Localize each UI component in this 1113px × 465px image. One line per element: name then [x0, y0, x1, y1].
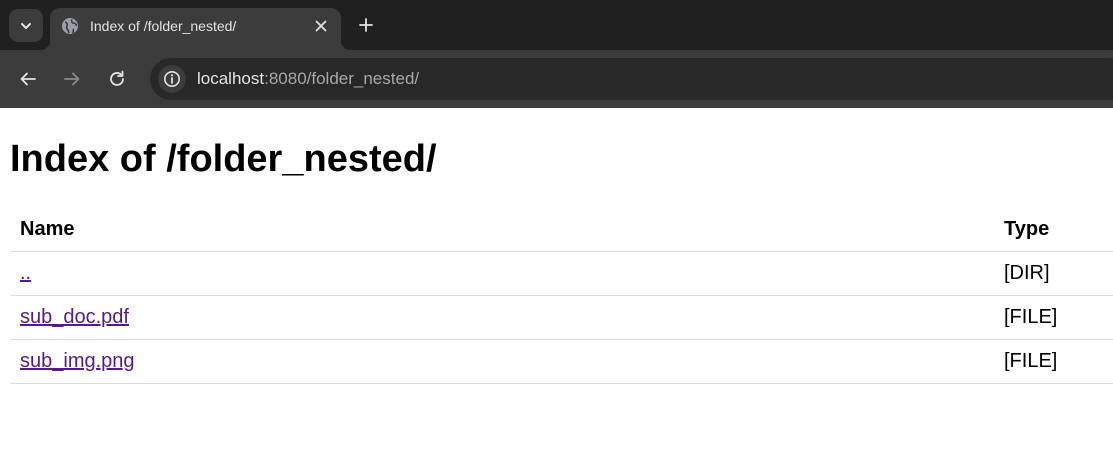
globe-icon — [62, 18, 78, 34]
name-cell: .. — [10, 251, 1004, 296]
parent-directory-link[interactable]: .. — [20, 262, 31, 284]
table-row: sub_doc.pdf [FILE] — [10, 295, 1113, 340]
arrow-right-icon — [64, 72, 80, 86]
file-link[interactable]: sub_img.png — [20, 350, 135, 372]
name-cell: sub_doc.pdf — [10, 295, 1004, 340]
close-tab-icon[interactable] — [311, 16, 331, 36]
url-host: localhost — [197, 69, 265, 88]
reload-icon — [110, 70, 124, 86]
page-title: Index of /folder_nested/ — [10, 138, 437, 180]
url-text[interactable]: localhost:8080/folder_nested/ — [197, 69, 419, 89]
site-info-button[interactable] — [158, 65, 186, 93]
column-header-name: Name — [10, 208, 1004, 252]
tab-strip: Index of /folder_nested/ — [0, 0, 1113, 50]
forward-button[interactable] — [58, 65, 86, 93]
name-cell: sub_img.png — [10, 339, 1004, 384]
column-header-type: Type — [1004, 208, 1113, 252]
tab-search-button[interactable] — [9, 9, 43, 42]
url-path: :8080/folder_nested/ — [264, 69, 420, 88]
arrow-left-icon — [20, 72, 36, 86]
type-cell: [FILE] — [1004, 295, 1113, 340]
chevron-down-icon — [21, 22, 31, 29]
table-row: sub_img.png [FILE] — [10, 339, 1113, 384]
info-icon — [164, 71, 180, 87]
file-link[interactable]: sub_doc.pdf — [20, 306, 129, 328]
file-listing-table: Name Type .. [DIR] sub_doc.pdf [FILE] su… — [10, 208, 1113, 384]
address-bar[interactable]: localhost:8080/folder_nested/ — [150, 58, 1113, 100]
table-header-row: Name Type — [10, 208, 1113, 252]
table-row: .. [DIR] — [10, 251, 1113, 296]
browser-toolbar: localhost:8080/folder_nested/ — [0, 50, 1113, 108]
reload-button[interactable] — [103, 65, 131, 93]
type-cell: [DIR] — [1004, 251, 1113, 296]
type-cell: [FILE] — [1004, 339, 1113, 384]
tab-title: Index of /folder_nested/ — [90, 18, 237, 34]
active-tab[interactable]: Index of /folder_nested/ — [40, 8, 351, 50]
back-button[interactable] — [14, 65, 42, 93]
page-content: Index of /folder_nested/ Name Type .. [D… — [0, 108, 1113, 465]
new-tab-button[interactable] — [354, 13, 378, 37]
plus-icon — [359, 18, 373, 32]
